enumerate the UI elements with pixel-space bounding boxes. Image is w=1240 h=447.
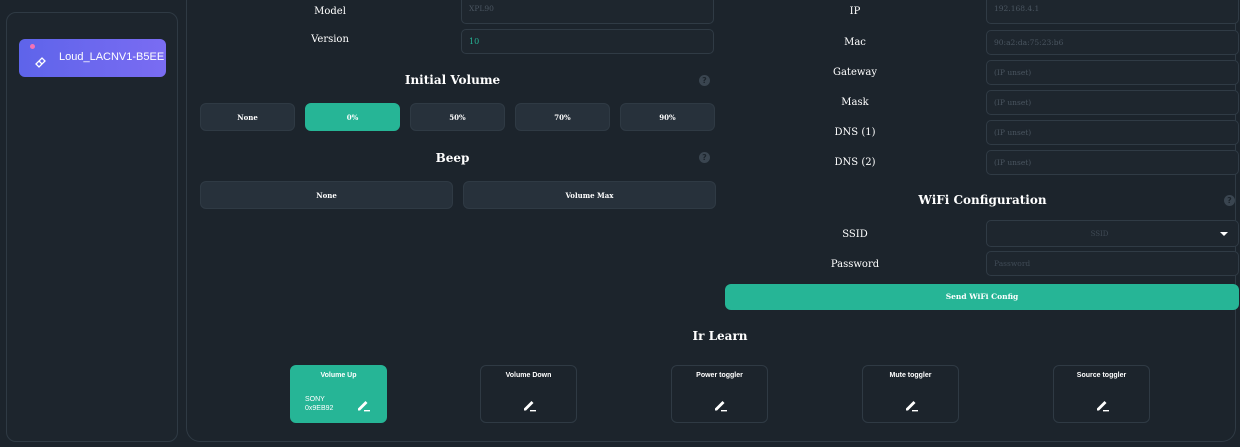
ir-learn-title: Ir Learn	[692, 329, 748, 343]
mac-label: Mac	[844, 37, 866, 48]
ir-card-volume-up[interactable]: Volume Up SONY 0x9EB92	[290, 365, 387, 423]
volume-option-50[interactable]: 50%	[410, 103, 505, 131]
ir-card-title: Source toggler	[1076, 372, 1127, 379]
ir-card-title: Volume Up	[320, 372, 357, 379]
ssid-placeholder: SSID	[1090, 230, 1109, 238]
version-label: Version	[311, 34, 349, 45]
caret-down-icon	[1220, 232, 1228, 236]
help-icon[interactable]: ?	[699, 75, 710, 86]
dns1-label: DNS (1)	[834, 127, 876, 138]
pencil-icon[interactable]	[903, 397, 919, 413]
ir-card-mute-toggler[interactable]: Mute toggler	[862, 365, 959, 423]
pencil-icon[interactable]	[355, 397, 371, 413]
ir-code: 0x9EB92	[305, 405, 334, 412]
version-field: 10	[461, 29, 714, 54]
gateway-field: (IP unset)	[986, 60, 1239, 85]
help-icon[interactable]: ?	[699, 152, 710, 163]
device-card[interactable]: Loud_LACNV1-B5EE	[19, 39, 166, 77]
ir-learned-code: SONY 0x9EB92	[305, 395, 333, 413]
ip-field: 192.168.4.1	[986, 0, 1239, 24]
ssid-select[interactable]: SSID	[986, 220, 1239, 247]
device-name: Loud_LACNV1-B5EE	[59, 51, 165, 63]
status-dot	[30, 44, 35, 49]
ir-brand: SONY	[305, 396, 325, 403]
send-wifi-config-button[interactable]: Send WiFi Config	[725, 284, 1239, 310]
pencil-icon[interactable]	[521, 397, 537, 413]
ir-card-title: Volume Down	[505, 372, 552, 379]
mac-field: 90:a2:da:75:23:b6	[986, 30, 1239, 55]
ir-card-title: Power toggler	[696, 372, 743, 379]
volume-option-90[interactable]: 90%	[620, 103, 715, 131]
dns2-label: DNS (2)	[834, 157, 876, 168]
mask-field: (IP unset)	[986, 90, 1239, 115]
ir-card-power-toggler[interactable]: Power toggler	[671, 365, 768, 423]
initial-volume-title: Initial Volume	[404, 73, 501, 87]
gateway-label: Gateway	[832, 67, 878, 78]
password-input[interactable]: Password	[986, 251, 1239, 276]
beep-title: Beep	[435, 151, 470, 165]
beep-option-none[interactable]: None	[200, 181, 453, 209]
ip-label: IP	[849, 6, 861, 17]
dns2-field: (IP unset)	[986, 150, 1239, 175]
volume-option-none[interactable]: None	[200, 103, 295, 131]
ir-card-source-toggler[interactable]: Source toggler	[1053, 365, 1150, 423]
mask-label: Mask	[841, 97, 869, 108]
ir-card-title: Mute toggler	[889, 372, 932, 379]
pencil-icon[interactable]	[712, 397, 728, 413]
pencil-icon[interactable]	[1094, 397, 1110, 413]
help-icon[interactable]: ?	[1224, 195, 1235, 206]
eraser-icon	[35, 57, 46, 68]
volume-option-0[interactable]: 0%	[305, 103, 400, 131]
model-label: Model	[314, 6, 346, 17]
dns1-field: (IP unset)	[986, 120, 1239, 145]
sidebar: Loud_LACNV1-B5EE	[6, 12, 178, 442]
ssid-label: SSID	[842, 229, 868, 240]
password-label: Password	[830, 259, 880, 270]
beep-option-volume-max[interactable]: Volume Max	[463, 181, 716, 209]
wifi-title: WiFi Configuration	[918, 193, 1047, 207]
model-field: XPL90	[461, 0, 714, 24]
volume-option-70[interactable]: 70%	[515, 103, 610, 131]
ir-card-volume-down[interactable]: Volume Down	[480, 365, 577, 423]
